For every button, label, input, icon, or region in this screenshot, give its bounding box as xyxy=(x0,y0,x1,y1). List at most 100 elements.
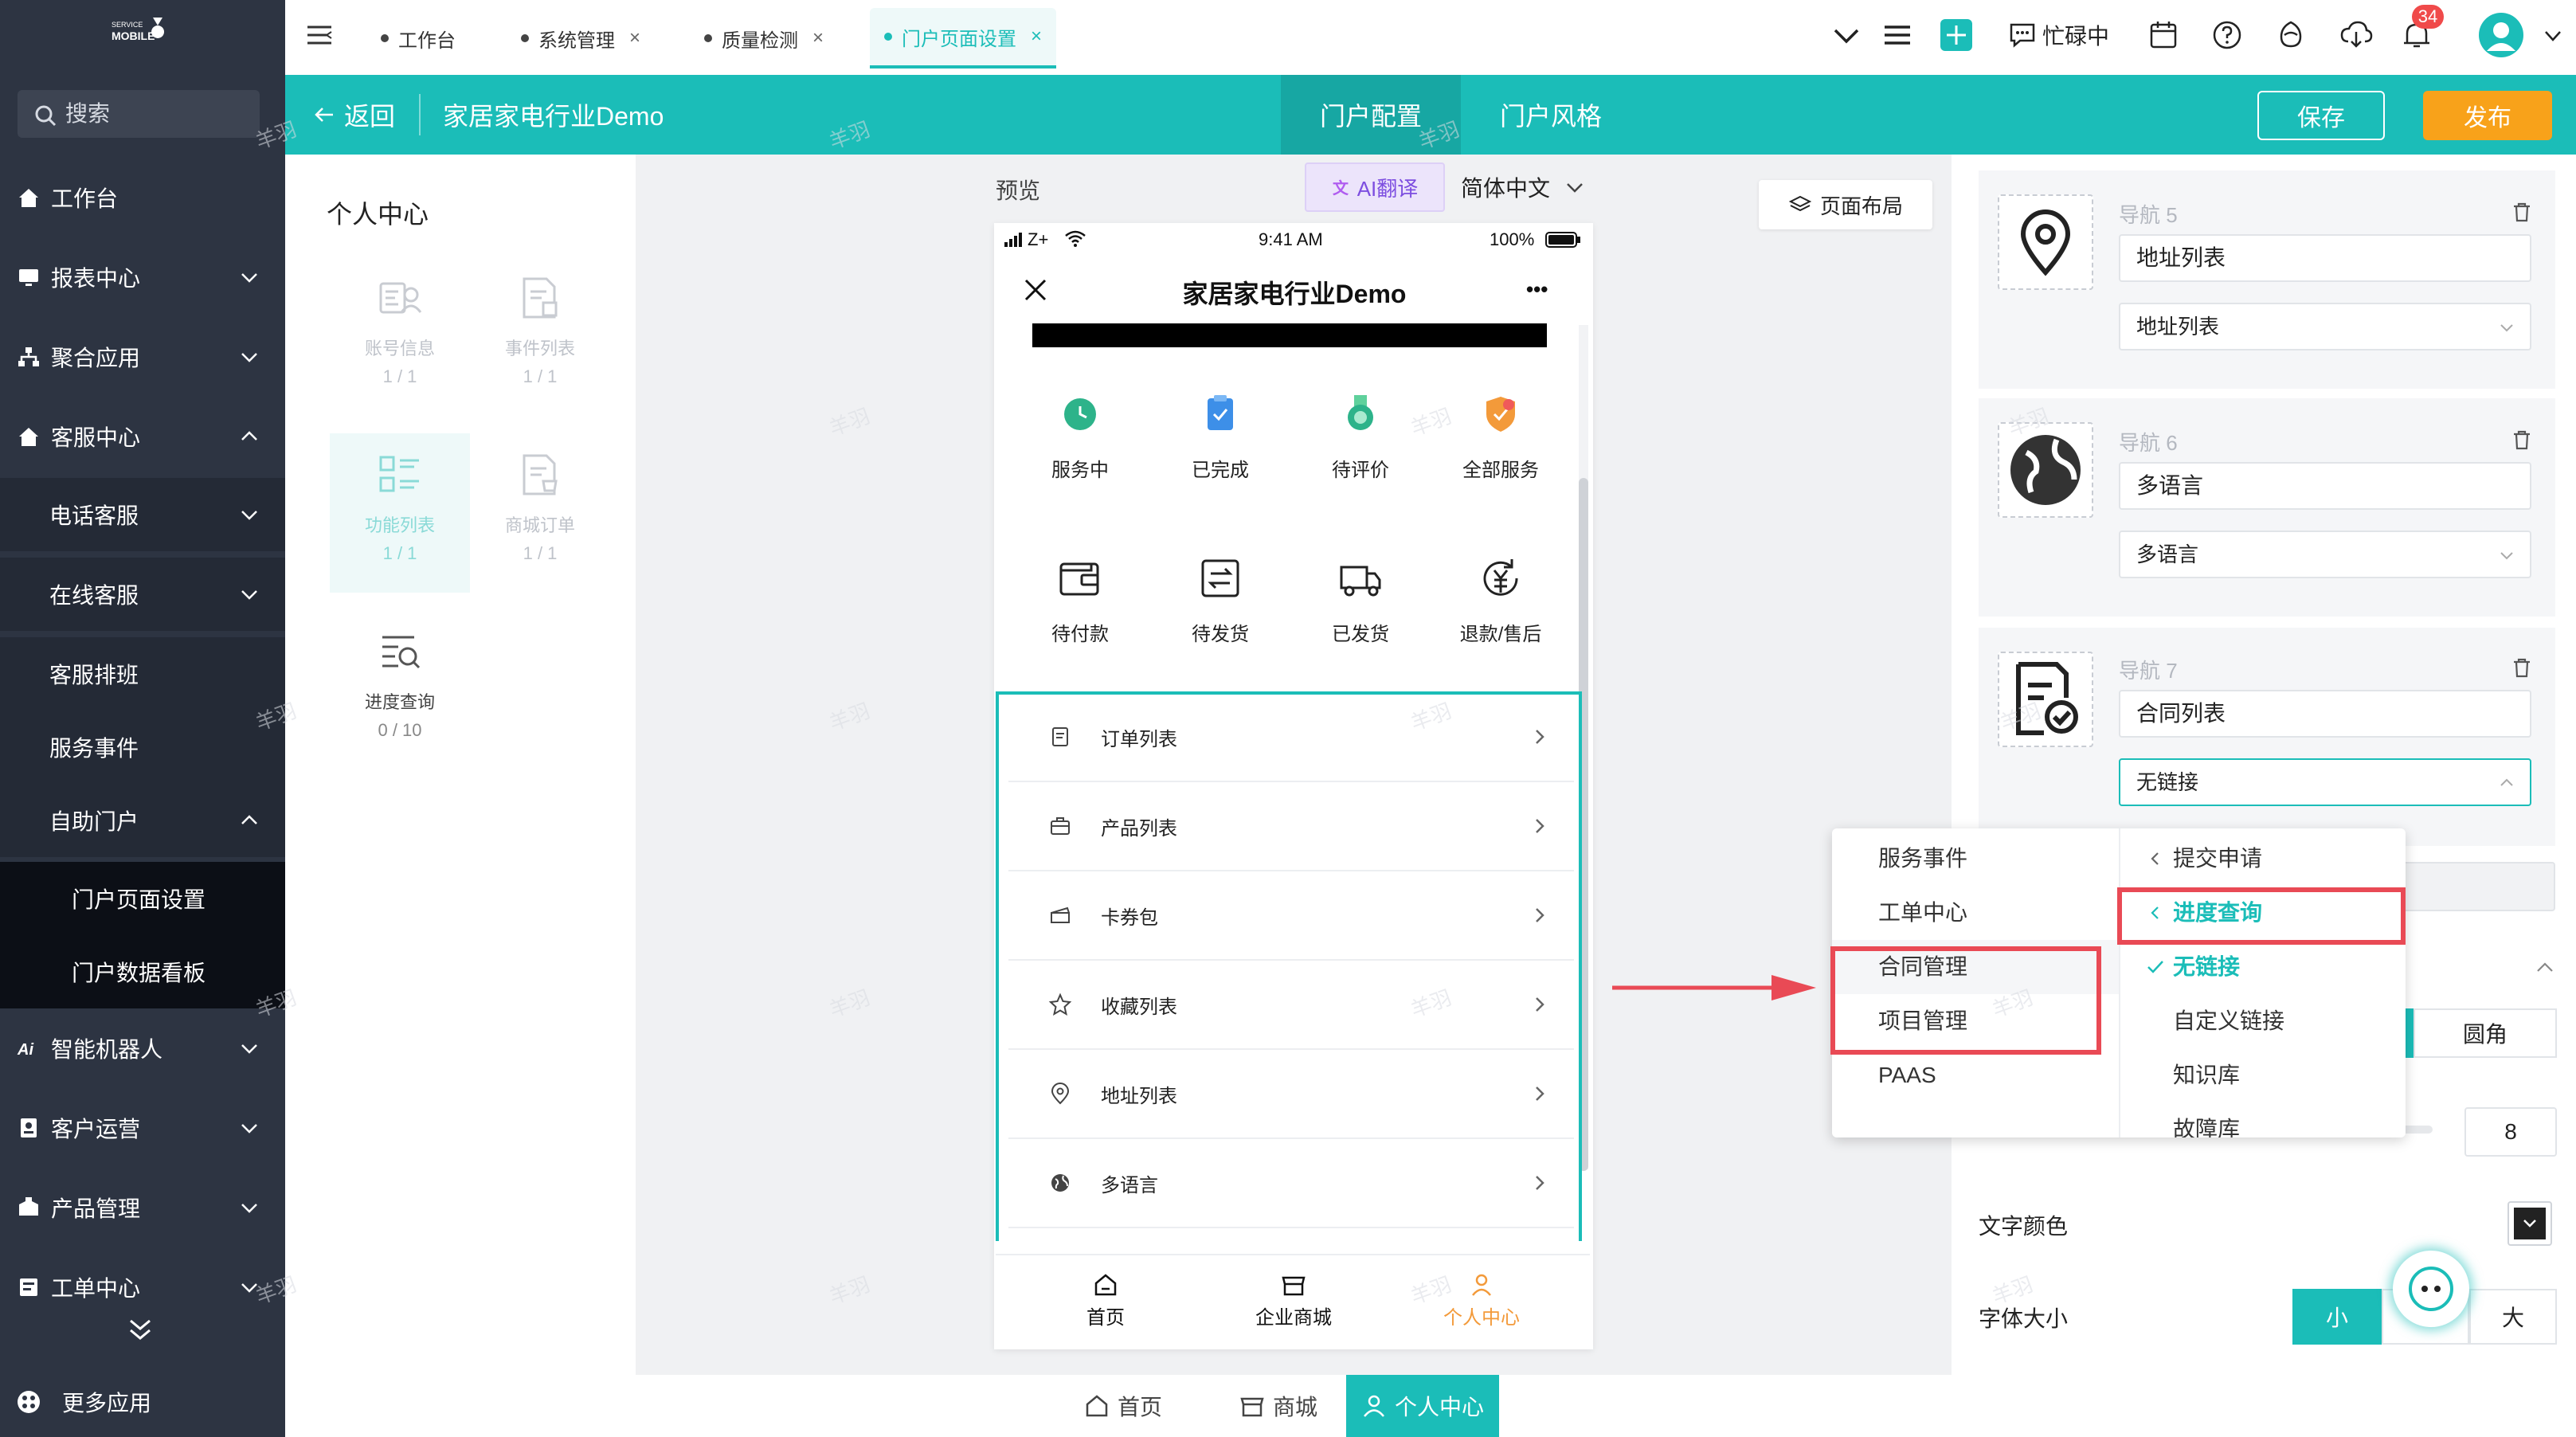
wallet-icon xyxy=(1059,562,1099,596)
cascader-option-knowledge-base[interactable]: 知识库 xyxy=(2173,1048,2240,1102)
component-function-list[interactable]: 功能列表 1 / 1 xyxy=(330,433,470,593)
home-outline-icon xyxy=(1094,1274,1117,1296)
grid-item-pending-shipment[interactable]: 待发货 xyxy=(1150,553,1290,646)
sidebar-item-service-center[interactable]: 客服中心 xyxy=(0,397,285,476)
cascader-option-no-link[interactable]: 无链接 xyxy=(2173,940,2240,994)
chevron-down-icon[interactable] xyxy=(2541,24,2565,48)
chevron-right-icon xyxy=(1536,819,1544,833)
sidebar-search-input[interactable]: 搜索 xyxy=(18,90,260,138)
grid-item-shipped[interactable]: 已发货 xyxy=(1290,553,1431,646)
chevron-down-icon[interactable] xyxy=(1829,18,1864,53)
nav-image-upload[interactable] xyxy=(1998,194,2093,290)
help-icon[interactable] xyxy=(2210,18,2245,53)
cascader-option-fault-library[interactable]: 故障库 xyxy=(2173,1102,2240,1137)
close-icon[interactable] xyxy=(1021,276,1050,304)
close-icon[interactable]: × xyxy=(629,27,640,49)
trash-icon[interactable] xyxy=(2511,201,2533,223)
text-color-picker[interactable] xyxy=(2507,1201,2552,1246)
list-item-order-list[interactable]: 订单列表 xyxy=(1008,693,1574,782)
sidebar-item-service-schedule[interactable]: 客服排班 xyxy=(0,637,285,711)
sidebar-item-workbench[interactable]: 工作台 xyxy=(0,158,285,237)
sidebar-item-portal-page-settings[interactable]: 门户页面设置 xyxy=(0,862,285,935)
sidebar-item-phone-service[interactable]: 电话客服 xyxy=(0,478,285,551)
cascader-option-service-events[interactable]: 服务事件 xyxy=(1878,832,1967,886)
bottom-tab-personal-center[interactable]: 个人中心 xyxy=(1346,1375,1499,1437)
nav-link-select[interactable]: 多语言 xyxy=(2119,531,2531,578)
sidebar-item-aggregate-apps[interactable]: 聚合应用 xyxy=(0,317,285,397)
search-placeholder: 搜索 xyxy=(65,101,111,126)
trash-icon[interactable] xyxy=(2511,429,2533,451)
battery-percent: 100% xyxy=(1490,229,1535,249)
nav-name-input[interactable]: 合同列表 xyxy=(2119,690,2531,738)
status-selector[interactable]: 忙碌中 xyxy=(2007,18,2119,53)
trash-icon[interactable] xyxy=(2511,656,2533,679)
sidebar-item-self-service-portal[interactable]: 自助门户 xyxy=(0,784,285,857)
add-icon[interactable] xyxy=(1939,18,1974,53)
close-icon[interactable]: × xyxy=(812,27,824,49)
nav-name-input[interactable]: 多语言 xyxy=(2119,462,2531,510)
nav-name-input[interactable]: 地址列表 xyxy=(2119,234,2531,282)
bottom-tab-store[interactable]: 商城 xyxy=(1219,1375,1338,1437)
assistant-float-button[interactable] xyxy=(2393,1251,2469,1327)
publish-button[interactable]: 发布 xyxy=(2423,91,2552,140)
back-button[interactable]: 返回 xyxy=(311,75,395,155)
avatar[interactable] xyxy=(2477,11,2525,59)
page-layout-button[interactable]: 页面布局 xyxy=(1759,180,1932,229)
phone-tab-home[interactable]: 首页 xyxy=(1035,1271,1176,1329)
component-account-info: 账号信息 1 / 1 xyxy=(330,256,470,416)
grid-item-pending-payment[interactable]: 待付款 xyxy=(1010,553,1150,646)
sidebar-item-service-events[interactable]: 服务事件 xyxy=(0,711,285,784)
list-menu-icon[interactable] xyxy=(1880,18,1915,53)
nav-link-select-open[interactable]: 无链接 xyxy=(2119,758,2531,806)
sidebar-item-ai-robot[interactable]: Ai 智能机器人 xyxy=(0,1008,285,1088)
nav-link-select[interactable]: 地址列表 xyxy=(2119,303,2531,350)
list-item-coupon-wallet[interactable]: 卡券包 xyxy=(1008,871,1574,961)
home-icon xyxy=(19,428,38,446)
tab-quality-check[interactable]: 质量检测 × xyxy=(690,14,838,62)
sidebar-more-apps[interactable]: 更多应用 xyxy=(0,1367,285,1437)
cascader-option-ticket-center[interactable]: 工单中心 xyxy=(1878,886,1967,940)
language-select[interactable]: 简体中文 xyxy=(1461,162,1587,212)
chevron-right-icon xyxy=(1536,1176,1544,1190)
component-progress-query[interactable]: 进度查询 0 / 10 xyxy=(330,610,470,769)
cascader-option-paas[interactable]: PAAS xyxy=(1878,1048,1936,1102)
sidebar-expand-more-icon[interactable] xyxy=(124,1314,156,1346)
round-corner-option[interactable]: 圆角 xyxy=(2414,1008,2557,1058)
grid-item-all-services[interactable]: 全部服务 xyxy=(1431,390,1571,482)
font-size-small[interactable]: 小 xyxy=(2292,1289,2382,1345)
sidebar-item-reports[interactable]: 报表中心 xyxy=(0,237,285,317)
save-button[interactable]: 保存 xyxy=(2257,91,2385,140)
ai-translate-button[interactable]: 文 AI翻译 xyxy=(1305,162,1445,212)
spacing-input[interactable]: 8 xyxy=(2464,1107,2557,1157)
close-icon[interactable]: × xyxy=(1031,25,1042,48)
bottom-tab-home[interactable]: 首页 xyxy=(1067,1375,1179,1437)
grid-item-completed[interactable]: 已完成 xyxy=(1150,390,1290,482)
sidebar-item-online-service[interactable]: 在线客服 xyxy=(0,558,285,631)
list-item-multilanguage[interactable]: 多语言 xyxy=(1008,1139,1574,1228)
sidebar-item-product-mgmt[interactable]: 产品管理 xyxy=(0,1168,285,1247)
phone-tab-mall[interactable]: 企业商城 xyxy=(1223,1271,1364,1329)
list-item-product-list[interactable]: 产品列表 xyxy=(1008,782,1574,871)
grid-item-refund[interactable]: 退款/售后 xyxy=(1431,553,1571,646)
skin-icon[interactable] xyxy=(2273,18,2308,53)
nav-label: 导航 7 xyxy=(2119,659,2178,683)
grid-item-in-service[interactable]: 服务中 xyxy=(1010,390,1150,482)
tab-system-management[interactable]: 系统管理 × xyxy=(507,14,655,62)
more-options-icon[interactable]: ••• xyxy=(1526,277,1548,302)
chevron-up-icon[interactable] xyxy=(2533,956,2557,980)
cascader-option-custom-link[interactable]: 自定义链接 xyxy=(2173,994,2284,1048)
font-size-large[interactable]: 大 xyxy=(2469,1289,2557,1345)
grid-item-to-review[interactable]: 待评价 xyxy=(1290,390,1431,482)
sidebar-item-portal-dashboard[interactable]: 门户数据看板 xyxy=(0,935,285,1008)
sidebar-item-customer-ops[interactable]: 客户运营 xyxy=(0,1088,285,1168)
cascader-option-submit-request[interactable]: 提交申请 xyxy=(2173,832,2262,886)
tab-workbench[interactable]: 工作台 xyxy=(366,14,470,62)
app-logo[interactable]: SERVICE MOBILE xyxy=(108,13,172,48)
list-item-favorites[interactable]: 收藏列表 xyxy=(1008,961,1574,1050)
calendar-icon[interactable] xyxy=(2146,18,2181,53)
list-item-address-list[interactable]: 地址列表 xyxy=(1008,1050,1574,1139)
tab-portal-style[interactable]: 门户风格 xyxy=(1461,75,1641,155)
tab-portal-page-settings[interactable]: 门户页面设置 × xyxy=(870,8,1057,69)
menu-collapse-icon[interactable] xyxy=(303,19,338,54)
cloud-download-icon[interactable] xyxy=(2339,18,2374,53)
